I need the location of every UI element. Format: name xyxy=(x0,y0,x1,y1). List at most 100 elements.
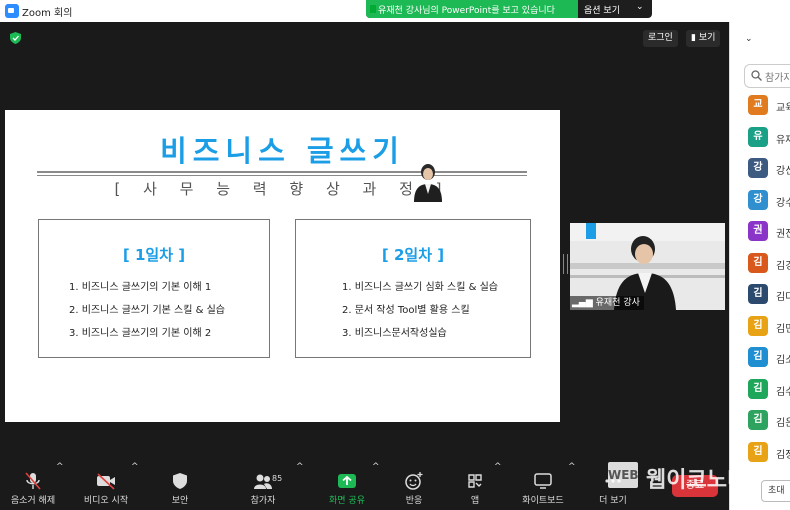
view-button[interactable]: ▮ 보기 xyxy=(686,30,721,47)
participant-avatar: 강 xyxy=(748,158,768,178)
zoom-logo-icon xyxy=(5,4,19,18)
security-shield-icon xyxy=(173,473,187,489)
participant-avatar: 김 xyxy=(748,253,768,273)
view-options-chevron-icon[interactable]: ⌄ xyxy=(636,2,644,12)
share-screen-icon xyxy=(338,474,356,488)
speaker-name: 유재천 강사 xyxy=(595,298,640,308)
participant-name[interactable]: 김소 xyxy=(776,351,790,366)
search-placeholder: 참가자 xyxy=(765,73,790,84)
participant-avatar: 김 xyxy=(748,442,768,462)
participant-name[interactable]: 김수 xyxy=(776,383,790,398)
participant-avatar: 김 xyxy=(748,379,768,399)
apps-caret-icon[interactable]: ^ xyxy=(494,462,502,510)
start-video-button[interactable]: 비디오 시작 xyxy=(78,462,134,510)
watermark: WEB 웹이코노미 xyxy=(608,460,790,493)
security-label: 보안 xyxy=(171,496,189,506)
share-status: 유재천 강사님의 PowerPoint를 보고 있습니다 xyxy=(366,0,578,18)
participant-name[interactable]: 김민 xyxy=(776,320,790,335)
participant-avatar: 김 xyxy=(748,316,768,336)
participant-name[interactable]: 교육 xyxy=(776,99,790,114)
reactions-label: 반응 xyxy=(405,496,423,506)
apps-icon xyxy=(468,474,482,488)
slide-divider xyxy=(37,171,527,173)
day2-heading: [ 2일차 ] xyxy=(381,246,445,264)
participant-name[interactable]: 김경 xyxy=(776,257,790,272)
day1-heading: [ 1일차 ] xyxy=(122,246,186,264)
more-label: 더 보기 xyxy=(599,496,627,506)
day2-item: 1. 비즈니스 글쓰기 심화 스킬 & 실습 xyxy=(342,282,499,293)
day2-box: [ 2일차 ] 1. 비즈니스 글쓰기 심화 스킬 & 실습 2. 문서 작성 … xyxy=(295,219,531,358)
share-options-caret-icon[interactable]: ^ xyxy=(372,462,380,510)
camera-off-icon xyxy=(97,473,115,490)
day1-item: 3. 비즈니스 글쓰기의 기본 이해 2 xyxy=(69,328,212,339)
day2-item: 3. 비즈니스문서작성실습 xyxy=(342,328,447,339)
day2-item: 2. 문서 작성 Tool별 활용 스킬 xyxy=(342,305,470,316)
day1-item: 1. 비즈니스 글쓰기의 기본 이해 1 xyxy=(69,282,212,293)
share-screen-button[interactable]: 화면 공유 xyxy=(324,462,370,510)
participant-avatar: 권 xyxy=(748,221,768,241)
reactions-button[interactable]: 반응 xyxy=(396,462,432,510)
participant-avatar: 교 xyxy=(748,95,768,115)
participant-search-input[interactable]: 참가자 xyxy=(744,64,790,88)
watermark-logo: WEB xyxy=(608,462,639,488)
meeting-stage: 로그인 ▮ 보기 비즈니스 글쓰기 [ 사 무 능 력 향 상 과 정 ] [ … xyxy=(0,22,729,462)
participant-avatar: 김 xyxy=(748,284,768,304)
share-indicator-icon xyxy=(370,5,376,13)
login-button[interactable]: 로그인 xyxy=(643,30,678,47)
video-background-accent xyxy=(586,223,596,239)
signal-bars-icon: ▂▄▆ xyxy=(572,298,596,308)
mute-button[interactable]: 음소거 해제 xyxy=(4,462,62,510)
slide-subtitle: [ 사 무 능 력 향 상 과 정 ] xyxy=(114,180,451,198)
mute-button-label: 음소거 해제 xyxy=(10,496,56,506)
participants-button[interactable]: 참가자 xyxy=(240,462,286,510)
start-video-label: 비디오 시작 xyxy=(83,496,129,506)
day1-box: [ 1일차 ] 1. 비즈니스 글쓰기의 기본 이해 1 2. 비즈니스 글쓰기… xyxy=(38,219,270,358)
view-button-label: 보기 xyxy=(698,33,716,43)
microphone-muted-icon xyxy=(25,472,41,490)
encryption-shield-icon[interactable] xyxy=(10,32,21,44)
screen-share-banner: 유재천 강사님의 PowerPoint를 보고 있습니다 옵션 보기 ⌄ xyxy=(366,0,652,18)
panel-collapse-chevron-icon[interactable]: ⌄ xyxy=(745,34,753,44)
shared-slide: 비즈니스 글쓰기 [ 사 무 능 력 향 상 과 정 ] [ 1일차 ] 1. … xyxy=(5,110,560,422)
participant-name[interactable]: 유재 xyxy=(776,131,790,146)
participants-caret-icon[interactable]: ^ xyxy=(296,462,304,510)
participant-avatar: 김 xyxy=(748,347,768,367)
participant-name[interactable]: 권진 xyxy=(776,225,790,240)
apps-button[interactable]: 앱 xyxy=(460,462,490,510)
participant-avatar: 강 xyxy=(748,190,768,210)
participants-count: 85 xyxy=(272,474,283,483)
slide-title: 비즈니스 글쓰기 xyxy=(160,134,405,168)
participant-name[interactable]: 김은 xyxy=(776,414,790,429)
participant-name[interactable]: 강수 xyxy=(776,194,790,209)
participants-label: 참가자 xyxy=(250,496,276,506)
apps-label: 앱 xyxy=(470,496,480,506)
whiteboard-label: 화이트보드 xyxy=(522,496,564,506)
participant-name[interactable]: 김다 xyxy=(776,288,790,303)
security-button[interactable]: 보안 xyxy=(160,462,200,510)
participant-name[interactable]: 김정 xyxy=(776,446,790,461)
presenter-photo xyxy=(414,164,442,202)
search-icon xyxy=(751,70,762,81)
participant-avatar: 김 xyxy=(748,410,768,430)
view-icon: ▮ xyxy=(691,33,699,43)
participants-icon xyxy=(254,474,272,489)
share-status-text: 유재천 강사님의 PowerPoint를 보고 있습니다 xyxy=(378,6,555,16)
whiteboard-icon xyxy=(534,473,552,489)
reactions-smiley-icon xyxy=(405,472,423,490)
split-drag-handle[interactable] xyxy=(563,254,568,274)
day1-item: 2. 비즈니스 글쓰기 기본 스킬 & 실습 xyxy=(69,305,226,316)
video-options-caret-icon[interactable]: ^ xyxy=(131,462,139,510)
whiteboard-button[interactable]: 화이트보드 xyxy=(516,462,570,510)
whiteboard-caret-icon[interactable]: ^ xyxy=(568,462,576,510)
audio-options-caret-icon[interactable]: ^ xyxy=(56,462,64,510)
speaker-name-tag: ▂▄▆ 유재천 강사 xyxy=(570,296,644,310)
view-options-button[interactable]: 옵션 보기 xyxy=(584,3,620,16)
participants-panel: ⌄ 참가자 교 교육 유 유재 강 강신 강 강수 권 권진 김 김경 김 김다 김 김민 김 김소 김 김수 김 김은 김… xyxy=(729,22,790,510)
participant-avatar: 유 xyxy=(748,127,768,147)
watermark-text: 웹이코노미 xyxy=(646,468,748,493)
participant-name[interactable]: 강신 xyxy=(776,162,790,177)
window-title: Zoom 회의 xyxy=(22,8,73,19)
slide-divider-thin xyxy=(37,175,527,176)
share-screen-label: 화면 공유 xyxy=(329,496,365,506)
speaker-video[interactable]: ▂▄▆ 유재천 강사 xyxy=(570,223,725,310)
